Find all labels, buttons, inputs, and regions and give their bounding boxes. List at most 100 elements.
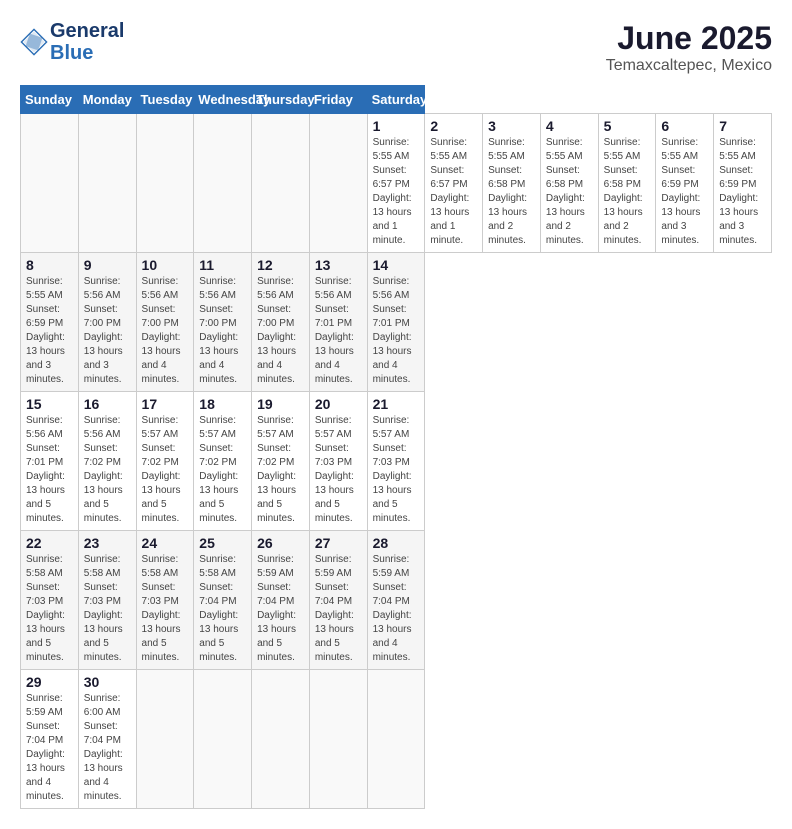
weekday-header-tuesday: Tuesday bbox=[136, 86, 194, 114]
calendar-cell: 1 Sunrise: 5:55 AMSunset: 6:57 PMDaylight… bbox=[367, 114, 425, 253]
day-info: Sunrise: 5:56 AMSunset: 7:01 PMDaylight:… bbox=[373, 275, 420, 387]
day-info: Sunrise: 5:59 AMSunset: 7:04 PMDaylight:… bbox=[26, 692, 73, 804]
weekday-header-friday: Friday bbox=[309, 86, 367, 114]
day-number: 14 bbox=[373, 257, 420, 273]
calendar-cell bbox=[194, 670, 252, 809]
day-number: 23 bbox=[84, 535, 131, 551]
calendar-cell: 28 Sunrise: 5:59 AMSunset: 7:04 PMDayligh… bbox=[367, 531, 425, 670]
calendar-cell: 10Sunrise: 5:56 AMSunset: 7:00 PMDayligh… bbox=[136, 253, 194, 392]
day-number: 15 bbox=[26, 396, 73, 412]
calendar-cell bbox=[367, 670, 425, 809]
calendar-cell: 9 Sunrise: 5:56 AMSunset: 7:00 PMDaylight… bbox=[78, 253, 136, 392]
weekday-header-wednesday: Wednesday bbox=[194, 86, 252, 114]
day-info: Sunrise: 5:56 AMSunset: 7:01 PMDaylight:… bbox=[26, 414, 73, 526]
calendar-cell: 2Sunrise: 5:55 AMSunset: 6:57 PMDaylight… bbox=[425, 114, 483, 253]
calendar-cell bbox=[252, 670, 310, 809]
logo-icon bbox=[20, 28, 48, 56]
day-number: 10 bbox=[142, 257, 189, 273]
calendar-week-2: 8 Sunrise: 5:55 AMSunset: 6:59 PMDaylight… bbox=[21, 253, 772, 392]
calendar-cell bbox=[21, 114, 79, 253]
day-info: Sunrise: 5:56 AMSunset: 7:01 PMDaylight:… bbox=[315, 275, 362, 387]
calendar-cell bbox=[136, 114, 194, 253]
weekday-header-saturday: Saturday bbox=[367, 86, 425, 114]
calendar-cell: 4 Sunrise: 5:55 AMSunset: 6:58 PMDaylight… bbox=[540, 114, 598, 253]
calendar-table: SundayMondayTuesdayWednesdayThursdayFrid… bbox=[20, 85, 772, 809]
day-number: 22 bbox=[26, 535, 73, 551]
day-number: 28 bbox=[373, 535, 420, 551]
day-info: Sunrise: 5:59 AMSunset: 7:04 PMDaylight:… bbox=[257, 553, 304, 665]
calendar-cell bbox=[194, 114, 252, 253]
calendar-cell: 18Sunrise: 5:57 AMSunset: 7:02 PMDayligh… bbox=[194, 392, 252, 531]
day-info: Sunrise: 5:56 AMSunset: 7:02 PMDaylight:… bbox=[84, 414, 131, 526]
day-info: Sunrise: 5:58 AMSunset: 7:03 PMDaylight:… bbox=[142, 553, 189, 665]
day-number: 3 bbox=[488, 118, 535, 134]
day-info: Sunrise: 5:58 AMSunset: 7:04 PMDaylight:… bbox=[199, 553, 246, 665]
weekday-header-monday: Monday bbox=[78, 86, 136, 114]
day-number: 27 bbox=[315, 535, 362, 551]
calendar-week-4: 22 Sunrise: 5:58 AMSunset: 7:03 PMDayligh… bbox=[21, 531, 772, 670]
day-number: 29 bbox=[26, 674, 73, 690]
day-info: Sunrise: 5:56 AMSunset: 7:00 PMDaylight:… bbox=[84, 275, 131, 387]
calendar-cell bbox=[309, 670, 367, 809]
page-header: General Blue June 2025 Temaxcaltepec, Me… bbox=[20, 20, 772, 75]
day-info: Sunrise: 5:55 AMSunset: 6:57 PMDaylight:… bbox=[430, 136, 477, 248]
day-info: Sunrise: 5:57 AMSunset: 7:03 PMDaylight:… bbox=[373, 414, 420, 526]
calendar-cell: 26 Sunrise: 5:59 AMSunset: 7:04 PMDayligh… bbox=[252, 531, 310, 670]
day-number: 6 bbox=[661, 118, 708, 134]
day-number: 17 bbox=[142, 396, 189, 412]
day-number: 1 bbox=[373, 118, 420, 134]
calendar-cell bbox=[309, 114, 367, 253]
calendar-cell: 13 Sunrise: 5:56 AMSunset: 7:01 PMDayligh… bbox=[309, 253, 367, 392]
day-info: Sunrise: 5:57 AMSunset: 7:02 PMDaylight:… bbox=[199, 414, 246, 526]
logo-text: General Blue bbox=[50, 20, 124, 64]
calendar-week-1: 1 Sunrise: 5:55 AMSunset: 6:57 PMDaylight… bbox=[21, 114, 772, 253]
calendar-cell: 16 Sunrise: 5:56 AMSunset: 7:02 PMDayligh… bbox=[78, 392, 136, 531]
calendar-cell: 8 Sunrise: 5:55 AMSunset: 6:59 PMDaylight… bbox=[21, 253, 79, 392]
day-number: 13 bbox=[315, 257, 362, 273]
day-number: 19 bbox=[257, 396, 304, 412]
day-number: 8 bbox=[26, 257, 73, 273]
day-info: Sunrise: 5:57 AMSunset: 7:03 PMDaylight:… bbox=[315, 414, 362, 526]
weekday-header-row: SundayMondayTuesdayWednesdayThursdayFrid… bbox=[21, 86, 772, 114]
calendar-cell bbox=[252, 114, 310, 253]
location-title: Temaxcaltepec, Mexico bbox=[606, 57, 772, 75]
day-number: 4 bbox=[546, 118, 593, 134]
day-number: 21 bbox=[373, 396, 420, 412]
day-number: 25 bbox=[199, 535, 246, 551]
day-info: Sunrise: 5:57 AMSunset: 7:02 PMDaylight:… bbox=[142, 414, 189, 526]
day-info: Sunrise: 5:55 AMSunset: 6:59 PMDaylight:… bbox=[661, 136, 708, 248]
weekday-header-sunday: Sunday bbox=[21, 86, 79, 114]
day-number: 24 bbox=[142, 535, 189, 551]
calendar-week-5: 29 Sunrise: 5:59 AMSunset: 7:04 PMDayligh… bbox=[21, 670, 772, 809]
calendar-cell: 19Sunrise: 5:57 AMSunset: 7:02 PMDayligh… bbox=[252, 392, 310, 531]
calendar-cell bbox=[136, 670, 194, 809]
day-info: Sunrise: 5:55 AMSunset: 6:58 PMDaylight:… bbox=[488, 136, 535, 248]
day-info: Sunrise: 5:55 AMSunset: 6:58 PMDaylight:… bbox=[546, 136, 593, 248]
title-block: June 2025 Temaxcaltepec, Mexico bbox=[606, 20, 772, 75]
calendar-cell: 20Sunrise: 5:57 AMSunset: 7:03 PMDayligh… bbox=[309, 392, 367, 531]
day-info: Sunrise: 5:55 AMSunset: 6:57 PMDaylight:… bbox=[373, 136, 420, 248]
day-info: Sunrise: 5:59 AMSunset: 7:04 PMDaylight:… bbox=[373, 553, 420, 665]
calendar-week-3: 15 Sunrise: 5:56 AMSunset: 7:01 PMDayligh… bbox=[21, 392, 772, 531]
day-info: Sunrise: 5:55 AMSunset: 6:59 PMDaylight:… bbox=[719, 136, 766, 248]
calendar-cell: 11Sunrise: 5:56 AMSunset: 7:00 PMDayligh… bbox=[194, 253, 252, 392]
logo: General Blue bbox=[20, 20, 124, 64]
calendar-cell: 21 Sunrise: 5:57 AMSunset: 7:03 PMDayligh… bbox=[367, 392, 425, 531]
calendar-cell: 25 Sunrise: 5:58 AMSunset: 7:04 PMDayligh… bbox=[194, 531, 252, 670]
calendar-cell: 22 Sunrise: 5:58 AMSunset: 7:03 PMDayligh… bbox=[21, 531, 79, 670]
day-info: Sunrise: 5:58 AMSunset: 7:03 PMDaylight:… bbox=[26, 553, 73, 665]
calendar-cell: 17 Sunrise: 5:57 AMSunset: 7:02 PMDayligh… bbox=[136, 392, 194, 531]
day-number: 26 bbox=[257, 535, 304, 551]
calendar-cell: 6 Sunrise: 5:55 AMSunset: 6:59 PMDaylight… bbox=[656, 114, 714, 253]
day-number: 30 bbox=[84, 674, 131, 690]
month-title: June 2025 bbox=[606, 20, 772, 57]
day-number: 9 bbox=[84, 257, 131, 273]
day-number: 11 bbox=[199, 257, 246, 273]
calendar-cell: 3 Sunrise: 5:55 AMSunset: 6:58 PMDaylight… bbox=[483, 114, 541, 253]
day-info: Sunrise: 5:58 AMSunset: 7:03 PMDaylight:… bbox=[84, 553, 131, 665]
day-number: 16 bbox=[84, 396, 131, 412]
calendar-cell: 30Sunrise: 6:00 AMSunset: 7:04 PMDayligh… bbox=[78, 670, 136, 809]
calendar-cell bbox=[78, 114, 136, 253]
day-info: Sunrise: 5:59 AMSunset: 7:04 PMDaylight:… bbox=[315, 553, 362, 665]
day-info: Sunrise: 5:55 AMSunset: 6:59 PMDaylight:… bbox=[26, 275, 73, 387]
